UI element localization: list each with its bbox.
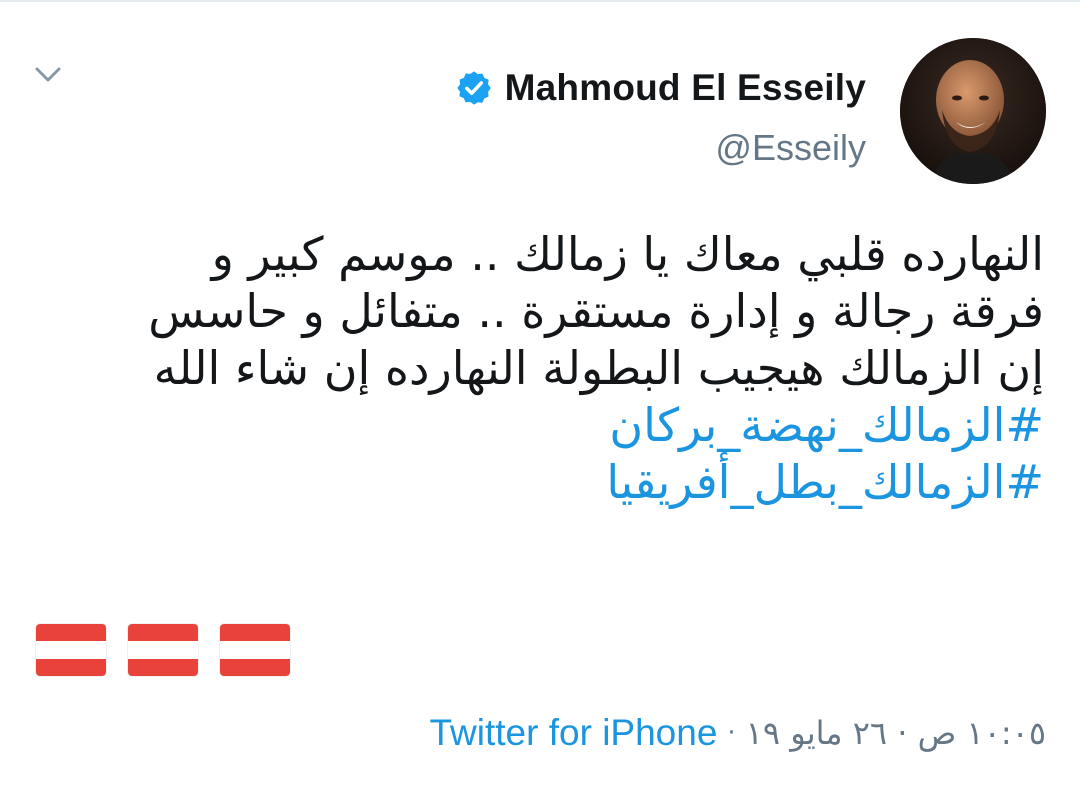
verified-badge-icon xyxy=(455,69,493,107)
author-display-name[interactable]: Mahmoud El Esseily xyxy=(505,67,866,109)
chevron-down-icon xyxy=(35,67,61,82)
tweet-line: فرقة رجالة و إدارة مستقرة .. متفائل و حا… xyxy=(148,284,1044,338)
avatar[interactable] xyxy=(900,38,1046,184)
meta-separator: · xyxy=(727,718,736,748)
tweet-header: Mahmoud El Esseily @Esseily xyxy=(455,38,1046,184)
tweet-meta: Twitter for iPhone · ١٠:٠٥ ص · ٢٦ مايو ١… xyxy=(430,712,1047,754)
display-name-row[interactable]: Mahmoud El Esseily xyxy=(455,53,866,123)
flag-emoji xyxy=(36,624,106,676)
top-divider xyxy=(0,0,1080,2)
author-names: Mahmoud El Esseily @Esseily xyxy=(455,53,866,169)
tweet-source-link[interactable]: Twitter for iPhone xyxy=(430,712,718,754)
tweet-timestamp[interactable]: ١٠:٠٥ ص · ٢٦ مايو ١٩ xyxy=(746,714,1046,752)
tweet-body: النهارده قلبي معاك يا زمالك .. موسم كبير… xyxy=(44,226,1044,511)
avatar-photo xyxy=(900,38,1046,184)
flag-emoji xyxy=(220,624,290,676)
tweet-line: النهارده قلبي معاك يا زمالك .. موسم كبير… xyxy=(211,227,1044,281)
tweet-options-button[interactable] xyxy=(30,60,66,90)
tweet-line: إن الزمالك هيجيب البطولة النهارده إن شاء… xyxy=(153,341,1044,395)
flag-emoji xyxy=(128,624,198,676)
author-handle[interactable]: @Esseily xyxy=(715,127,866,169)
flag-emoji-row xyxy=(36,624,290,676)
hashtag-link[interactable]: #الزمالك_نهضة_بركان xyxy=(44,397,1044,454)
hashtag-link[interactable]: #الزمالك_بطل_أفريقيا xyxy=(44,454,1044,511)
